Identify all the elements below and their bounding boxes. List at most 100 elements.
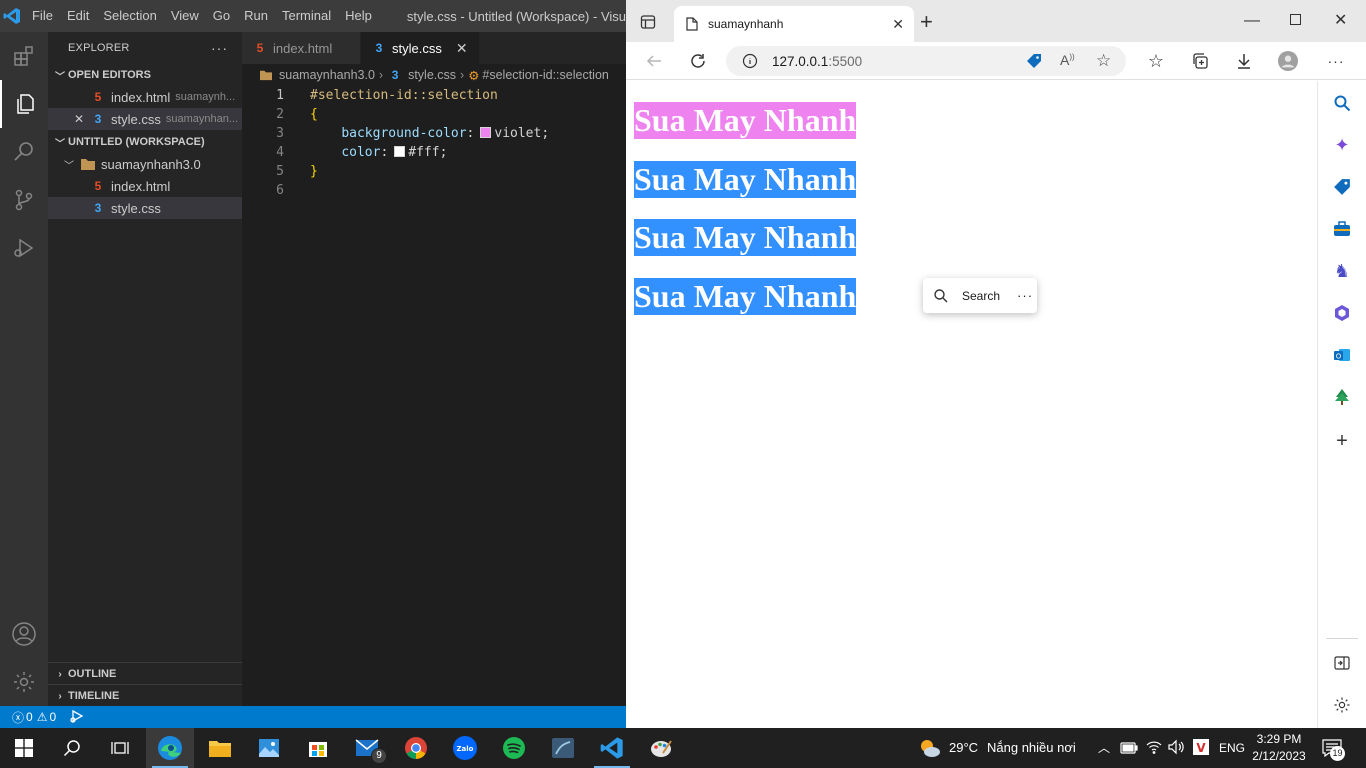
zalo-icon[interactable]: Zalo — [441, 728, 489, 768]
search-button[interactable]: Search — [962, 289, 1000, 303]
input-language[interactable]: ENG — [1219, 741, 1245, 755]
downloads-icon[interactable] — [1234, 51, 1254, 71]
search-icon[interactable] — [934, 288, 948, 303]
folder-item[interactable]: ﹀ suamaynhanh3.0 — [48, 153, 242, 175]
tab-actions-icon[interactable] — [640, 14, 656, 35]
chevron-right-icon: › — [378, 68, 384, 82]
sidebar-settings-icon[interactable] — [1332, 695, 1352, 715]
weather-icon[interactable] — [918, 737, 942, 764]
color-swatch[interactable] — [394, 146, 406, 157]
maximize-button[interactable] — [1290, 14, 1301, 25]
close-icon[interactable]: ✕ — [74, 112, 90, 126]
refresh-icon[interactable] — [688, 51, 708, 71]
weather-temperature[interactable]: 29°C — [949, 740, 978, 755]
errors-status[interactable]: ⓧ 0 ⚠ 0 — [12, 709, 56, 726]
shopping-icon[interactable] — [1332, 177, 1352, 197]
menu-file[interactable]: File — [25, 0, 60, 32]
close-icon[interactable]: ✕ — [892, 16, 904, 33]
vscode-logo-icon — [0, 0, 25, 32]
hide-sidebar-icon[interactable] — [1332, 653, 1352, 673]
task-view-icon[interactable] — [96, 728, 144, 768]
minimize-button[interactable]: — — [1244, 12, 1260, 30]
css-file-icon: 3 — [375, 41, 383, 55]
mail-icon[interactable]: 9 — [343, 728, 391, 768]
menu-view[interactable]: View — [164, 0, 206, 32]
file-item[interactable]: 3 style.css — [48, 197, 242, 219]
weather-description[interactable]: Nắng nhiều nơi — [987, 740, 1076, 755]
games-icon[interactable]: ♞ — [1332, 261, 1352, 281]
tools-icon[interactable] — [1332, 219, 1352, 239]
menu-edit[interactable]: Edit — [60, 0, 96, 32]
timeline-section[interactable]: › TIMELINE — [48, 684, 242, 707]
favorites-icon[interactable]: ☆ — [1146, 51, 1166, 71]
page-heading: Sua May Nhanh — [634, 161, 857, 198]
sidebar-search-icon[interactable] — [1332, 93, 1352, 113]
explorer-icon[interactable] — [0, 80, 48, 128]
outline-section[interactable]: › OUTLINE — [48, 662, 242, 685]
spotify-icon[interactable] — [490, 728, 538, 768]
address-bar[interactable]: 127.0.0.1:5500 A)) ☆ — [726, 46, 1126, 76]
show-hidden-icons-icon[interactable]: ︿ — [1098, 739, 1110, 756]
tab-style-css[interactable]: 3 style.css ✕ — [361, 32, 480, 64]
photos-icon[interactable] — [245, 728, 293, 768]
site-info-icon[interactable] — [742, 53, 758, 69]
account-icon[interactable] — [0, 610, 48, 658]
menu-go[interactable]: Go — [206, 0, 237, 32]
menu-run[interactable]: Run — [237, 0, 275, 32]
microsoft-365-icon[interactable] — [1332, 303, 1352, 323]
edge-app-icon[interactable] — [146, 728, 194, 768]
vscode-app-icon[interactable] — [588, 728, 636, 768]
search-icon[interactable] — [0, 128, 48, 176]
search-icon[interactable] — [48, 728, 96, 768]
copilot-icon[interactable]: ✦ — [1332, 135, 1352, 155]
collections-icon[interactable] — [1190, 51, 1210, 71]
workspace-header[interactable]: ﹀ UNTITLED (WORKSPACE) — [48, 131, 242, 153]
more-options-button[interactable]: ··· — [1017, 288, 1033, 303]
drop-tree-icon[interactable] — [1332, 387, 1352, 407]
open-editor-item[interactable]: 5 index.html suamaynh... — [48, 86, 242, 108]
breadcrumb-symbol[interactable]: #selection-id::selection — [482, 68, 608, 82]
vietkey-icon[interactable]: V — [1192, 738, 1210, 761]
store-icon[interactable] — [294, 728, 342, 768]
live-share-icon[interactable] — [70, 709, 84, 726]
browser-tab[interactable]: suamaynhanh ✕ — [674, 6, 914, 42]
open-editors-header[interactable]: ﹀ OPEN EDITORS — [48, 64, 242, 86]
shopping-tag-icon[interactable] — [1026, 53, 1042, 72]
close-icon[interactable]: ✕ — [456, 40, 468, 57]
add-favorite-icon[interactable]: ☆ — [1096, 51, 1111, 71]
explorer-more-button[interactable]: ··· — [211, 40, 242, 56]
clock[interactable]: 3:29 PM 2/12/2023 — [1250, 731, 1308, 765]
file-explorer-icon[interactable] — [196, 728, 244, 768]
manage-gear-icon[interactable] — [0, 658, 48, 706]
battery-icon[interactable] — [1120, 741, 1138, 759]
open-editor-item[interactable]: ✕ 3 style.css suamaynhan... — [48, 108, 242, 130]
paint-icon[interactable] — [637, 728, 685, 768]
run-debug-icon[interactable] — [0, 224, 48, 272]
breadcrumb-folder[interactable]: suamaynhanh3.0 — [279, 68, 375, 82]
network-icon[interactable] — [1146, 739, 1162, 760]
menu-terminal[interactable]: Terminal — [275, 0, 338, 32]
add-sidebar-app-icon[interactable]: + — [1332, 430, 1352, 452]
notifications-icon[interactable]: 19 — [1322, 739, 1345, 762]
mysql-workbench-icon[interactable] — [539, 728, 587, 768]
read-aloud-icon[interactable]: A)) — [1060, 52, 1075, 68]
start-button[interactable] — [0, 728, 48, 768]
volume-icon[interactable] — [1168, 739, 1186, 760]
menu-selection[interactable]: Selection — [96, 0, 163, 32]
tab-index-html[interactable]: 5 index.html — [242, 32, 361, 64]
color-swatch[interactable] — [480, 127, 492, 138]
settings-more-icon[interactable]: ··· — [1326, 51, 1346, 71]
outlook-icon[interactable]: O — [1332, 345, 1352, 365]
code-editor[interactable]: 1 #selection-id::selection 2 { 3 backgro… — [242, 86, 626, 706]
close-window-button[interactable]: ✕ — [1334, 10, 1347, 30]
profile-avatar[interactable] — [1278, 51, 1298, 71]
extensions-icon[interactable] — [0, 32, 48, 80]
menu-help[interactable]: Help — [338, 0, 379, 32]
chrome-icon[interactable] — [392, 728, 440, 768]
new-tab-button[interactable]: + — [920, 11, 933, 33]
back-icon[interactable] — [644, 51, 664, 71]
source-control-icon[interactable] — [0, 176, 48, 224]
file-item[interactable]: 5 index.html — [48, 175, 242, 197]
file-desc: suamaynhan... — [165, 113, 238, 125]
breadcrumb-file[interactable]: style.css — [408, 68, 456, 82]
